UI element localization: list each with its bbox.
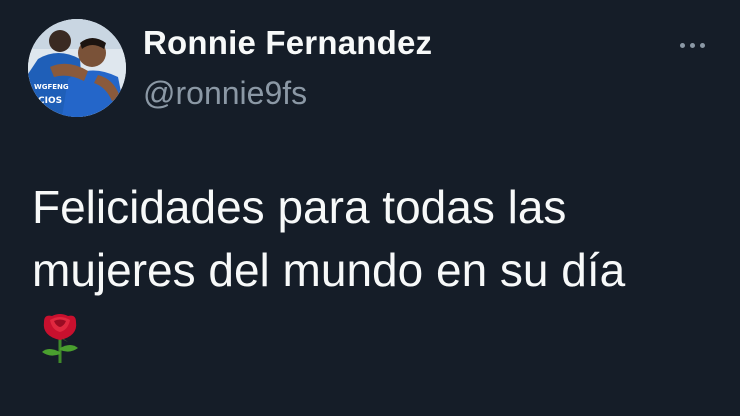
more-dot bbox=[699, 42, 705, 48]
user-handle[interactable]: @ronnie9fs bbox=[143, 75, 307, 112]
more-options-button[interactable] bbox=[668, 30, 716, 60]
svg-text:CIOS: CIOS bbox=[38, 96, 62, 106]
tweet-card: WGFENG CIOS Ronnie Fernandez @ronnie9fs … bbox=[0, 0, 740, 416]
tweet-text: Felicidades para todas las mujeres del m… bbox=[32, 181, 626, 296]
rose-emoji-icon bbox=[42, 314, 78, 363]
svg-text:WGFENG: WGFENG bbox=[34, 83, 69, 91]
more-dot bbox=[689, 42, 695, 48]
profile-photo-icon: WGFENG CIOS bbox=[28, 19, 126, 117]
display-name[interactable]: Ronnie Fernandez bbox=[143, 24, 432, 62]
more-dots-icon bbox=[679, 42, 685, 48]
avatar[interactable]: WGFENG CIOS bbox=[28, 19, 126, 117]
